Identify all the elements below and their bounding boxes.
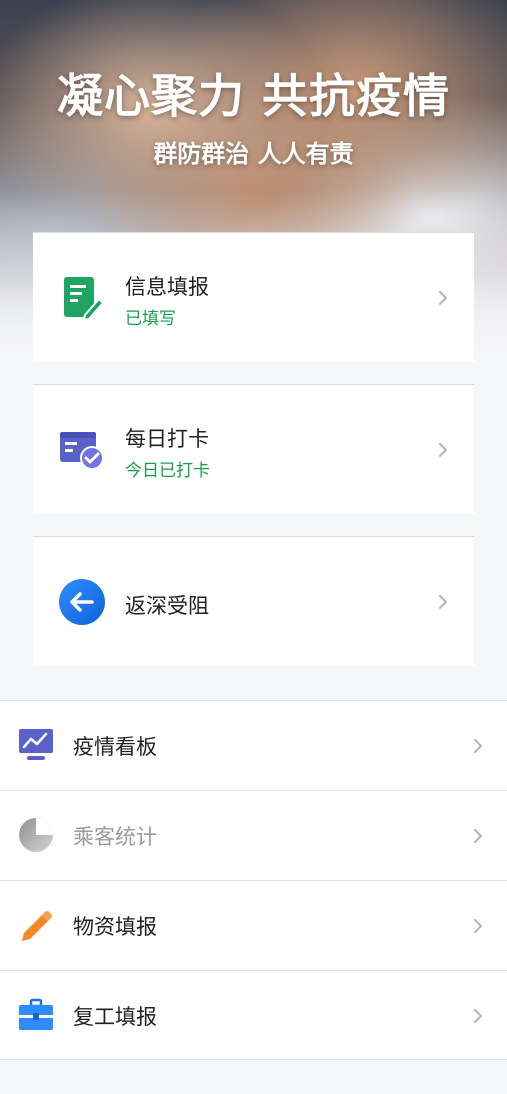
chevron-right-icon: [473, 918, 483, 934]
card-info-report[interactable]: 信息填报 已填写: [33, 232, 474, 362]
menu-item-epidemic-dashboard[interactable]: 疫情看板: [0, 700, 507, 790]
menu-item-label: 疫情看板: [73, 735, 157, 759]
chevron-right-icon: [438, 442, 448, 458]
hero-subtitle: 群防群治 人人有责: [153, 140, 354, 168]
card-label: 每日打卡: [125, 427, 209, 451]
chevron-right-icon: [473, 1008, 483, 1024]
chevron-right-icon: [438, 290, 448, 306]
hero-title: 凝心聚力 共抗疫情: [56, 69, 450, 123]
card-status: 今日已打卡: [125, 461, 210, 481]
chevron-right-icon: [473, 738, 483, 754]
card-label: 信息填报: [125, 275, 209, 299]
chevron-right-icon: [473, 828, 483, 844]
form-edit-icon: [64, 277, 105, 321]
menu-item-label: 乘客统计: [73, 825, 157, 849]
briefcase-icon: [19, 998, 53, 1030]
card-daily-checkin[interactable]: 每日打卡 今日已打卡: [33, 384, 474, 514]
pie-chart-icon: [19, 818, 53, 852]
card-label: 返深受阻: [125, 594, 209, 618]
pencil-icon: [22, 911, 52, 941]
menu-item-supplies-report[interactable]: 物资填报: [0, 880, 507, 970]
card-status: 已填写: [125, 309, 176, 329]
card-return-blocked[interactable]: 返深受阻: [33, 536, 474, 666]
dashboard-icon: [19, 729, 53, 760]
back-arrow-icon: [59, 579, 105, 625]
chevron-right-icon: [438, 594, 448, 610]
checkin-icon: [60, 432, 104, 470]
menu-item-label: 复工填报: [73, 1005, 157, 1029]
menu-list: 疫情看板 乘客统计 物资填报 复工填报: [0, 700, 507, 1060]
menu-item-label: 物资填报: [73, 915, 157, 939]
menu-item-resume-work-report[interactable]: 复工填报: [0, 970, 507, 1060]
menu-item-passenger-stats[interactable]: 乘客统计: [0, 790, 507, 880]
